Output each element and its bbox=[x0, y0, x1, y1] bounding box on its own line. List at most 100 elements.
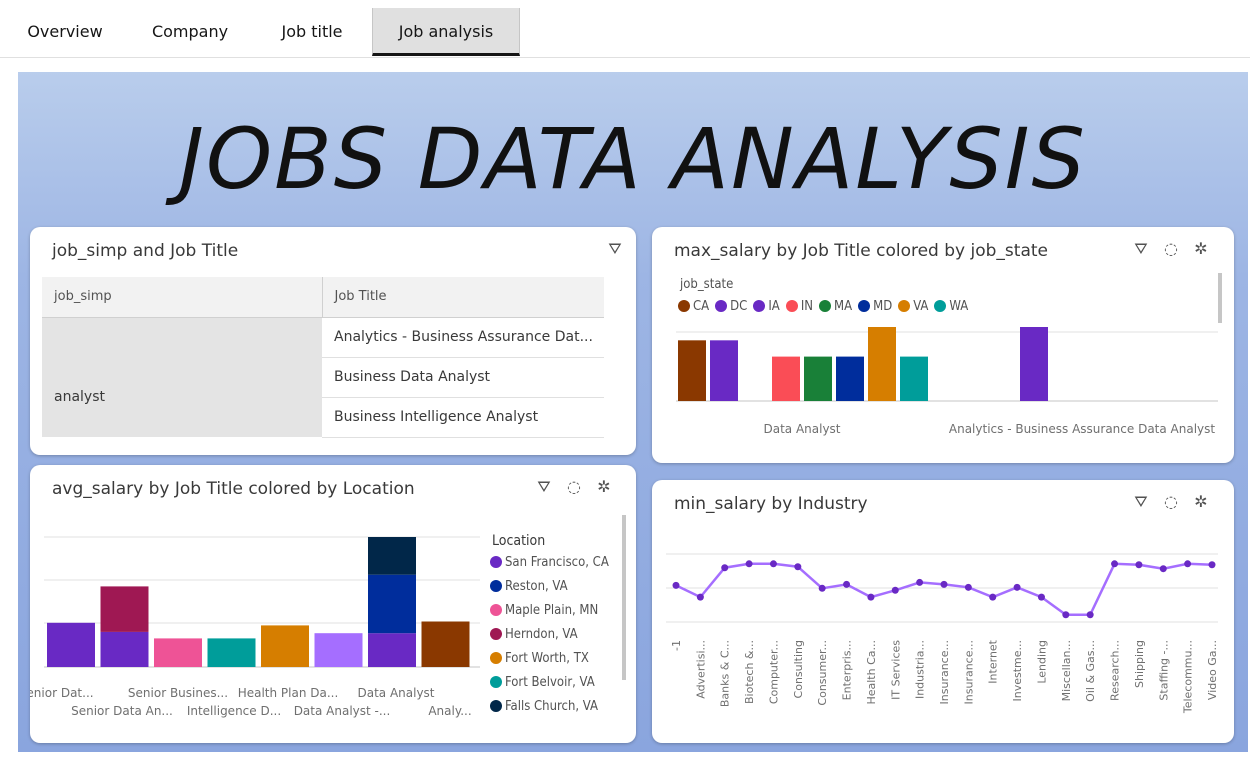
legend-item[interactable]: IN bbox=[785, 299, 813, 314]
data-point bbox=[1184, 560, 1192, 568]
legend-item[interactable]: IA bbox=[753, 299, 780, 314]
bar-segment bbox=[154, 638, 202, 667]
data-point bbox=[867, 593, 875, 601]
x-tick-label: Analy... bbox=[428, 704, 471, 718]
column-header-job-simp[interactable]: job_simp bbox=[42, 277, 322, 318]
legend-swatch bbox=[490, 556, 502, 568]
x-tick-label: Consulting bbox=[792, 640, 805, 698]
x-tick-label: Data Analyst bbox=[763, 422, 840, 436]
data-point bbox=[672, 581, 680, 589]
table-row: analyst Analytics - Business Assurance D… bbox=[42, 317, 604, 437]
x-tick-label: enior Dat... bbox=[30, 686, 94, 700]
x-tick-label: Senior Data An... bbox=[71, 704, 173, 718]
legend-item[interactable]: Falls Church, VA bbox=[490, 699, 609, 723]
legend-swatch bbox=[490, 652, 502, 664]
bar-segment bbox=[100, 586, 149, 632]
bar-segment bbox=[368, 574, 416, 634]
data-point bbox=[891, 586, 899, 594]
x-tick-label: Insurance... bbox=[938, 640, 951, 704]
legend-label: Reston, VA bbox=[505, 579, 568, 594]
x-tick-label: -1 bbox=[670, 640, 683, 651]
max-card-title: max_salary by Job Title colored by job_s… bbox=[674, 241, 1048, 261]
legend-item[interactable]: DC bbox=[715, 299, 747, 314]
bar-segment bbox=[421, 621, 470, 667]
data-point bbox=[818, 584, 826, 592]
legend-item[interactable]: Herndon, VA bbox=[490, 627, 609, 651]
x-tick-label: Insurance... bbox=[962, 640, 975, 704]
x-tick-label: Oil & Gas... bbox=[1084, 640, 1097, 702]
avg-salary-card: avg_salary by Job Title colored by Locat… bbox=[30, 465, 636, 743]
x-tick-label: Computer... bbox=[767, 640, 780, 704]
data-point bbox=[745, 560, 753, 568]
bar-segment bbox=[368, 633, 416, 667]
legend-item[interactable]: VA bbox=[898, 299, 928, 314]
data-point bbox=[1208, 561, 1216, 569]
legend-item[interactable]: WA bbox=[934, 299, 968, 314]
filter-icon[interactable]: ⛛ bbox=[1132, 239, 1150, 259]
avg-salary-chart: enior Dat... Senior Busines... Health Plan… bbox=[30, 536, 480, 718]
tab-company[interactable]: Company bbox=[130, 8, 250, 56]
legend-item[interactable]: Fort Belvoir, VA bbox=[490, 675, 609, 699]
legend-label: DC bbox=[730, 299, 748, 314]
legend-label: Falls Church, VA bbox=[505, 699, 598, 714]
table-cell[interactable]: Business Data Analyst bbox=[322, 357, 604, 398]
settings-gear-icon[interactable]: ✲ bbox=[1192, 239, 1210, 259]
bar bbox=[900, 356, 928, 401]
filter-icon[interactable]: ⛛ bbox=[606, 239, 624, 259]
legend-swatch bbox=[490, 604, 502, 616]
avg-card-title: avg_salary by Job Title colored by Locat… bbox=[52, 479, 415, 499]
data-point bbox=[769, 560, 777, 568]
avg-legend: San Francisco, CA Reston, VA Maple Plain, … bbox=[490, 555, 609, 723]
settings-gear-icon[interactable]: ✲ bbox=[595, 477, 613, 497]
bar bbox=[710, 340, 738, 401]
data-point bbox=[721, 564, 729, 572]
legend-item[interactable]: MA bbox=[819, 299, 852, 314]
min-card-tools: ⛛ ◌ ✲ bbox=[1132, 492, 1210, 512]
legend-label: IA bbox=[768, 299, 780, 314]
min-salary-chart: -1 Advertisi... Banks & C... Biotech &... Co… bbox=[666, 553, 1219, 714]
legend-label: MA bbox=[834, 299, 853, 314]
data-point bbox=[794, 563, 802, 571]
legend-item[interactable]: Maple Plain, MN bbox=[490, 603, 609, 627]
x-tick-label: IT Services bbox=[889, 640, 902, 700]
table-cell[interactable]: Analytics - Business Assurance Dat... bbox=[322, 317, 604, 358]
settings-gear-icon[interactable]: ✲ bbox=[1192, 492, 1210, 512]
table-cell[interactable]: Business Intelligence Analyst bbox=[322, 397, 604, 438]
legend-swatch bbox=[858, 300, 871, 312]
legend-item[interactable]: San Francisco, CA bbox=[490, 555, 609, 579]
insight-bulb-icon[interactable]: ◌ bbox=[565, 477, 583, 497]
filter-icon[interactable]: ⛛ bbox=[535, 477, 553, 497]
insight-bulb-icon[interactable]: ◌ bbox=[1162, 239, 1180, 259]
bar-segment bbox=[314, 633, 363, 667]
avg-card-tools: ⛛ ◌ ✲ bbox=[535, 477, 613, 497]
x-tick-label: Banks & C... bbox=[719, 640, 732, 707]
filter-icon[interactable]: ⛛ bbox=[1132, 492, 1150, 512]
legend-swatch bbox=[490, 700, 502, 712]
data-point bbox=[1135, 561, 1143, 569]
legend-item[interactable]: CA bbox=[678, 299, 709, 314]
legend-swatch bbox=[678, 300, 690, 312]
x-tick-label: Staffing -... bbox=[1157, 640, 1170, 701]
tab-job-analysis[interactable]: Job analysis bbox=[372, 8, 520, 56]
max-card-tools: ⛛ ◌ ✲ bbox=[1132, 239, 1210, 259]
legend-label: Maple Plain, MN bbox=[505, 603, 599, 618]
legend-scrollbar[interactable] bbox=[622, 515, 626, 680]
legend-swatch bbox=[490, 676, 502, 688]
table-cell-group[interactable]: analyst bbox=[42, 317, 322, 437]
x-tick-label: Enterpris... bbox=[841, 640, 854, 700]
legend-swatch bbox=[934, 300, 947, 312]
table-header-row: job_simp Job Title bbox=[42, 277, 604, 318]
legend-item[interactable]: Fort Worth, TX bbox=[490, 651, 609, 675]
min-card-title: min_salary by Industry bbox=[674, 494, 868, 514]
tab-job-title[interactable]: Job title bbox=[260, 8, 364, 56]
x-tick-label: Internet bbox=[987, 639, 1000, 683]
x-tick-label: Miscellan... bbox=[1060, 640, 1073, 701]
insight-bulb-icon[interactable]: ◌ bbox=[1162, 492, 1180, 512]
legend-item[interactable]: MD bbox=[858, 299, 892, 314]
bar-segment bbox=[261, 625, 309, 667]
legend-swatch bbox=[490, 628, 502, 640]
column-header-job-title[interactable]: Job Title bbox=[321, 277, 604, 318]
tab-overview[interactable]: Overview bbox=[10, 8, 120, 56]
legend-item[interactable]: Reston, VA bbox=[490, 579, 609, 603]
legend-label: VA bbox=[913, 299, 929, 314]
